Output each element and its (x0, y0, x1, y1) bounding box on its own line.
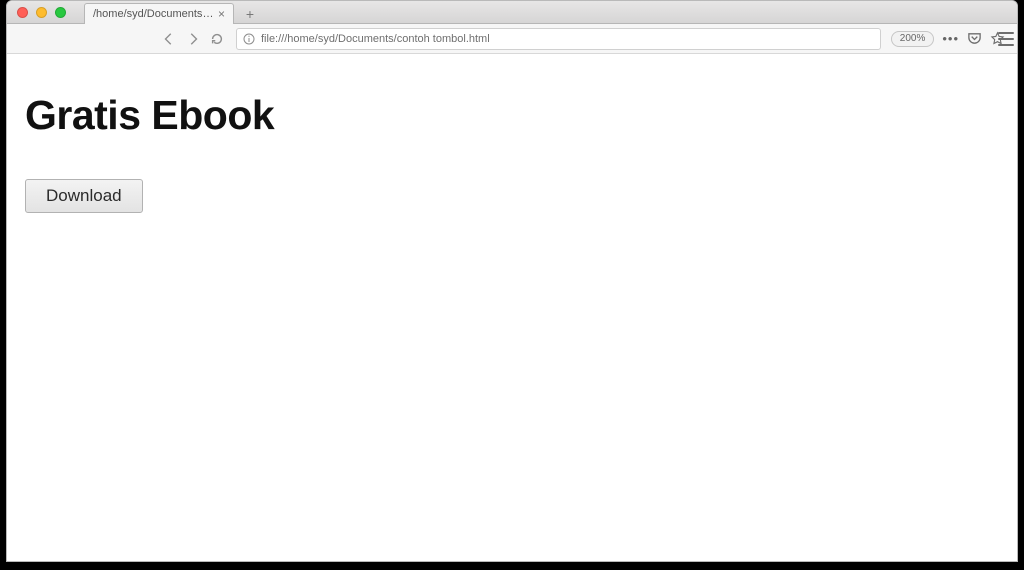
new-tab-button[interactable]: + (240, 5, 260, 23)
browser-tab[interactable]: /home/syd/Documents/contoh × (84, 3, 234, 24)
tab-title: /home/syd/Documents/contoh (93, 8, 216, 20)
forward-button[interactable] (184, 30, 202, 48)
toolbar-right: 200% ••• (891, 31, 1005, 47)
download-button[interactable]: Download (25, 179, 143, 213)
nav-group (160, 30, 226, 48)
reload-button[interactable] (208, 30, 226, 48)
minimize-window-button[interactable] (36, 7, 47, 18)
info-icon[interactable] (243, 33, 255, 45)
close-window-button[interactable] (17, 7, 28, 18)
zoom-indicator[interactable]: 200% (891, 31, 935, 47)
browser-window: /home/syd/Documents/contoh × + file:///h… (6, 0, 1018, 562)
more-actions-icon[interactable]: ••• (942, 31, 959, 46)
titlebar: /home/syd/Documents/contoh × + (7, 1, 1017, 24)
zoom-label: 200% (900, 33, 926, 44)
tabstrip: /home/syd/Documents/contoh × + (84, 1, 260, 23)
url-text: file:///home/syd/Documents/contoh tombol… (261, 33, 874, 45)
close-tab-icon[interactable]: × (216, 7, 227, 21)
menu-button[interactable] (998, 32, 1014, 46)
pocket-icon[interactable] (967, 31, 982, 46)
back-button[interactable] (160, 30, 178, 48)
toolbar: file:///home/syd/Documents/contoh tombol… (7, 24, 1017, 54)
url-bar[interactable]: file:///home/syd/Documents/contoh tombol… (236, 28, 881, 50)
maximize-window-button[interactable] (55, 7, 66, 18)
page-title: Gratis Ebook (25, 92, 1017, 139)
page-viewport: Gratis Ebook Download (7, 54, 1017, 561)
traffic-lights (17, 7, 66, 18)
